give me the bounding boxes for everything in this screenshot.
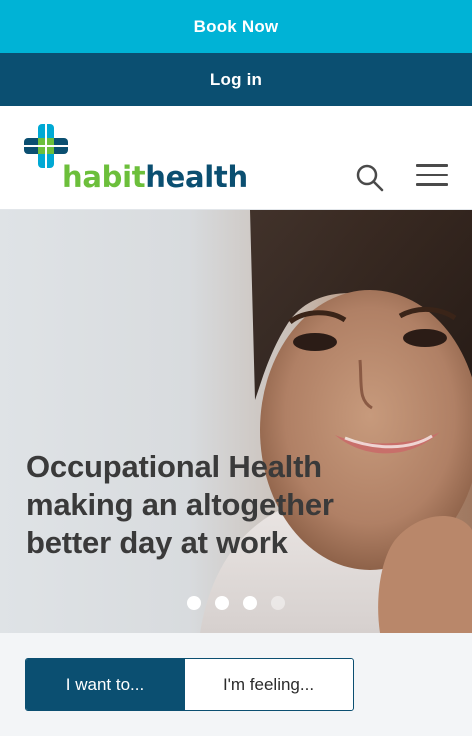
logo-habit: habit bbox=[62, 160, 146, 194]
log-in-label: Log in bbox=[209, 69, 263, 89]
carousel-dot-4[interactable] bbox=[271, 596, 285, 610]
hamburger-menu-icon[interactable] bbox=[412, 164, 452, 194]
hero-title-line3: better day at work bbox=[26, 525, 288, 560]
site-header: habithealth bbox=[0, 106, 472, 210]
intent-tabs: I want to... I'm feeling... bbox=[25, 658, 354, 711]
tab-im-feeling[interactable]: I'm feeling... bbox=[184, 659, 352, 710]
logo-wordmark: habithealth bbox=[62, 160, 248, 194]
tab-i-want-to-label: I want to... bbox=[65, 674, 145, 694]
hero-title-line1: Occupational Health bbox=[26, 449, 322, 484]
logo-health: health bbox=[145, 160, 248, 194]
hero-title-line2: making an altogether bbox=[26, 487, 334, 522]
hero-title: Occupational Health making an altogether… bbox=[26, 448, 386, 562]
tab-i-want-to[interactable]: I want to... bbox=[26, 659, 184, 710]
habithealth-logo[interactable]: habithealth bbox=[24, 124, 248, 196]
carousel-dot-3[interactable] bbox=[243, 596, 257, 610]
book-now-label: Book Now bbox=[193, 16, 279, 36]
search-button[interactable] bbox=[354, 162, 386, 194]
book-now-button[interactable]: Book Now bbox=[0, 0, 472, 53]
carousel-dot-1[interactable] bbox=[187, 596, 201, 610]
log-in-button[interactable]: Log in bbox=[0, 53, 472, 106]
search-icon bbox=[356, 164, 384, 192]
hero-photo bbox=[200, 210, 472, 633]
hero-carousel: Occupational Health making an altogether… bbox=[0, 210, 472, 633]
carousel-dot-2[interactable] bbox=[215, 596, 229, 610]
tab-im-feeling-label: I'm feeling... bbox=[222, 674, 315, 694]
carousel-dots bbox=[187, 596, 285, 610]
